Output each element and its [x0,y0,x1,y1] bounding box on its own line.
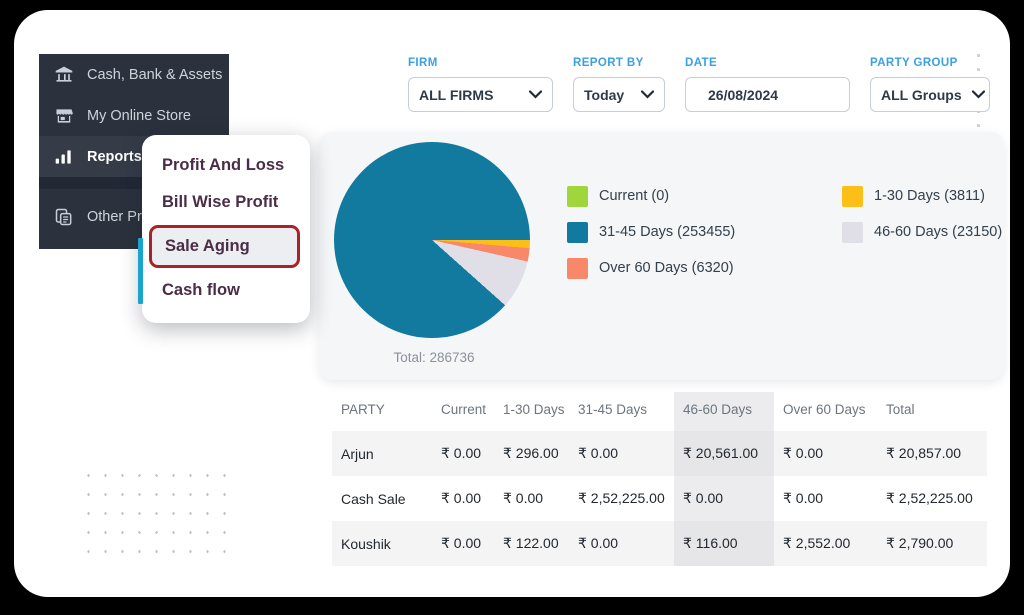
reports-flyout-menu: Profit And Loss Bill Wise Profit Sale Ag… [142,135,310,323]
menu-item-label: Sale Aging [165,237,250,255]
cell-over-60-days: ₹ 0.00 [783,490,824,506]
filter-group-party-group: PARTY GROUP ALL Groups [870,57,990,112]
table-row[interactable]: Cash Sale ₹ 0.00 ₹ 0.00 ₹ 2,52,225.00 ₹ … [332,476,987,521]
sidebar-item-cash-bank-assets[interactable]: Cash, Bank & Assets [39,54,229,95]
pie-chart-total-label: Total: 286736 [393,350,475,365]
filter-label-firm: FIRM [408,57,438,69]
cell-46-60-days: ₹ 20,561.00 [674,431,774,476]
cell-over-60-days: ₹ 2,552.00 [774,521,877,566]
chevron-down-icon [971,90,985,99]
pie-chart-legend: Current (0) 1-30 Days (3811) 31-45 Days … [567,178,1002,286]
filter-label-report-by: REPORT BY [573,57,644,69]
sidebar-item-my-online-store[interactable]: My Online Store [39,95,229,136]
flyout-accent-bar [138,238,143,304]
column-header-1-30-days[interactable]: 1-30 Days [494,392,569,431]
legend-label: 31-45 Days (253455) [599,224,736,240]
cell-party: Koushik [332,521,432,566]
menu-item-profit-and-loss[interactable]: Profit And Loss [142,147,310,184]
menu-item-label: Bill Wise Profit [162,193,279,211]
date-input[interactable]: 26/08/2024 [685,77,850,112]
filter-bar: FIRM ALL FIRMS REPORT BY Today DATE 26/0… [408,57,1010,112]
date-input-value: 26/08/2024 [708,86,779,103]
report-by-select-value: Today [584,86,625,103]
menu-item-cash-flow[interactable]: Cash flow [142,272,310,309]
column-header-current[interactable]: Current [432,392,494,431]
cell-total: ₹ 2,52,225.00 [886,490,973,506]
menu-item-bill-wise-profit[interactable]: Bill Wise Profit [142,184,310,221]
pie-chart-graphic [334,142,530,338]
cell-current: ₹ 0.00 [432,431,494,476]
cell-party: Arjun [332,431,432,476]
menu-item-label: Profit And Loss [162,156,285,174]
table-row[interactable]: Koushik ₹ 0.00 ₹ 122.00 ₹ 0.00 ₹ 116.00 … [332,521,987,566]
menu-item-label: Cash flow [162,281,240,299]
legend-swatch-31-45-days [567,221,588,243]
legend-item-46-60-days[interactable]: 46-60 Days (23150) [842,221,1003,243]
table-header-row: PARTY Current 1-30 Days 31-45 Days 46-60… [332,392,987,431]
menu-item-sale-aging[interactable]: Sale Aging [149,225,300,268]
legend-label: 1-30 Days (3811) [874,188,985,204]
bar-chart-icon [53,146,75,168]
filter-group-firm: FIRM ALL FIRMS [408,57,553,112]
sale-aging-chart-panel: Total: 286736 Current (0) 1-30 Days (381… [319,132,1004,380]
column-header-46-60-days[interactable]: 46-60 Days [674,392,774,431]
column-header-over-60-days[interactable]: Over 60 Days [774,392,877,431]
legend-label: Current (0) [599,188,670,204]
sidebar-item-label: Reports [87,148,142,165]
filter-group-report-by: REPORT BY Today [573,57,665,112]
cell-party: Cash Sale [341,490,406,507]
pie-chart [334,142,534,342]
party-group-select[interactable]: ALL Groups [870,77,990,112]
firm-select-value: ALL FIRMS [419,86,494,103]
legend-label: 46-60 Days (23150) [874,224,1003,240]
sidebar-item-label: My Online Store [87,107,191,124]
filter-label-party-group: PARTY GROUP [870,57,958,69]
cell-current: ₹ 0.00 [441,490,482,506]
cell-1-30-days: ₹ 296.00 [494,431,569,476]
legend-item-31-45-days[interactable]: 31-45 Days (253455) [567,221,842,243]
legend-swatch-46-60-days [842,221,863,243]
documents-icon [53,206,75,228]
cell-31-45-days: ₹ 0.00 [569,521,674,566]
chevron-down-icon [529,90,542,99]
legend-item-1-30-days[interactable]: 1-30 Days (3811) [842,185,1002,207]
table-row[interactable]: Arjun ₹ 0.00 ₹ 296.00 ₹ 0.00 ₹ 20,561.00… [332,431,987,476]
cell-46-60-days: ₹ 0.00 [674,476,774,521]
cell-31-45-days: ₹ 2,52,225.00 [578,490,665,506]
filter-label-date: DATE [685,57,718,69]
column-header-party[interactable]: PARTY [332,392,432,431]
legend-item-over-60-days[interactable]: Over 60 Days (6320) [567,257,842,279]
column-header-31-45-days[interactable]: 31-45 Days [569,392,674,431]
column-header-total[interactable]: Total [877,392,987,431]
cell-31-45-days: ₹ 0.00 [569,431,674,476]
party-group-select-value: ALL Groups [881,86,962,103]
sale-aging-table: PARTY Current 1-30 Days 31-45 Days 46-60… [332,392,987,566]
chevron-down-icon [641,90,654,99]
sidebar-item-label: Other Pr [87,208,142,225]
cell-1-30-days: ₹ 122.00 [494,521,569,566]
cell-total: ₹ 20,857.00 [877,431,987,476]
cell-over-60-days: ₹ 0.00 [774,431,877,476]
screenshot-root: Cash, Bank & Assets My Online Store Repo… [0,0,1024,615]
firm-select[interactable]: ALL FIRMS [408,77,553,112]
legend-swatch-1-30-days [842,185,863,207]
legend-item-current[interactable]: Current (0) [567,185,842,207]
legend-swatch-current [567,185,588,207]
store-icon [53,105,75,127]
filter-group-date: DATE 26/08/2024 [685,57,850,112]
bank-icon [53,64,75,86]
legend-label: Over 60 Days (6320) [599,260,734,276]
cell-46-60-days: ₹ 116.00 [674,521,774,566]
report-by-select[interactable]: Today [573,77,665,112]
decorative-dot-grid [80,466,232,562]
legend-swatch-over-60-days [567,257,588,279]
sidebar-item-label: Cash, Bank & Assets [87,66,223,83]
cell-total: ₹ 2,790.00 [877,521,987,566]
app-window-card: Cash, Bank & Assets My Online Store Repo… [14,10,1010,597]
cell-current: ₹ 0.00 [432,521,494,566]
cell-1-30-days: ₹ 0.00 [503,490,544,506]
